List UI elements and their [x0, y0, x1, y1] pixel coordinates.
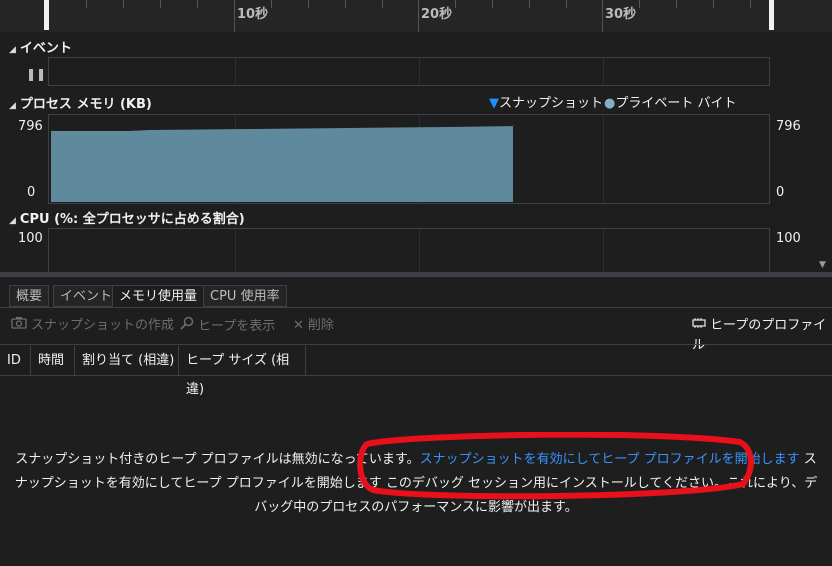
- search-icon: [180, 316, 194, 337]
- private-bytes-area: [51, 125, 514, 202]
- tick: [197, 0, 198, 8]
- grid-line: [603, 229, 604, 273]
- toolbar-divider: [0, 344, 832, 345]
- grid-line: [235, 58, 236, 85]
- scroll-down-icon[interactable]: ▼: [819, 260, 826, 270]
- tick: [750, 0, 751, 8]
- events-track[interactable]: [48, 57, 770, 86]
- range-start-handle[interactable]: [44, 0, 49, 30]
- cpu-y-max-left: 100: [18, 231, 43, 246]
- snapshot-triangle-icon: ▼: [489, 96, 499, 111]
- memory-y-max-right: 796: [776, 119, 801, 134]
- grid-line: [603, 58, 604, 85]
- collapse-triangle-icon[interactable]: ◢: [9, 216, 16, 226]
- tick: [676, 0, 677, 8]
- column-header-id[interactable]: ID: [0, 346, 31, 375]
- memory-y-max-left: 796: [18, 119, 43, 134]
- red-annotation-ellipse: [357, 432, 754, 500]
- tick: [308, 0, 309, 8]
- tab-cpu-usage[interactable]: CPU 使用率: [203, 285, 287, 307]
- delete-x-icon: ✕: [293, 318, 304, 333]
- memory-y-min-left: 0: [27, 185, 36, 200]
- vertical-scrollbar[interactable]: ▼: [816, 32, 832, 272]
- heap-profile-button[interactable]: ヒープのプロファイル: [692, 316, 832, 353]
- cpu-chart[interactable]: [48, 228, 770, 273]
- legend-private-bytes: ●プライベート バイト: [604, 92, 736, 111]
- tab-summary[interactable]: 概要: [9, 285, 50, 307]
- legend-snapshot-label: スナップショット: [499, 96, 604, 111]
- grid-line: [235, 229, 236, 273]
- tick: [86, 0, 87, 8]
- collapse-triangle-icon[interactable]: ◢: [9, 101, 16, 111]
- tick: [123, 0, 124, 8]
- memory-y-min-right: 0: [776, 185, 785, 200]
- tick-major: [234, 0, 235, 32]
- delete-button[interactable]: ✕ 削除: [293, 316, 334, 336]
- memory-chip-icon: [692, 316, 706, 336]
- tick: [713, 0, 714, 8]
- pause-icon[interactable]: ❚❚: [26, 67, 46, 81]
- column-header-time[interactable]: 時間: [31, 346, 75, 375]
- tick-major: [602, 0, 603, 32]
- tick-label-30: 30秒: [605, 7, 637, 22]
- column-header-heap-size[interactable]: ヒープ サイズ (相違): [179, 346, 306, 397]
- tick: [566, 0, 567, 8]
- memory-chart[interactable]: [48, 114, 770, 204]
- take-snapshot-label: スナップショットの作成: [31, 318, 175, 333]
- tick-label-20: 20秒: [421, 7, 453, 22]
- collapse-triangle-icon[interactable]: ◢: [9, 45, 16, 55]
- timeline-ruler[interactable]: 10秒 20秒 30秒: [0, 0, 832, 32]
- cpu-y-max-right: 100: [776, 231, 801, 246]
- view-heap-button[interactable]: ヒープを表示: [180, 316, 275, 336]
- camera-icon: [11, 316, 27, 336]
- tick: [455, 0, 456, 8]
- tick: [492, 0, 493, 8]
- tab-underline: [0, 307, 832, 308]
- memory-section-header[interactable]: ◢ プロセス メモリ (KB): [9, 93, 152, 112]
- events-section-header[interactable]: ◢ イベント: [9, 37, 72, 56]
- tick-major: [418, 0, 419, 32]
- events-title: イベント: [19, 41, 72, 56]
- take-snapshot-button[interactable]: スナップショットの作成: [11, 316, 174, 336]
- splitter[interactable]: [0, 272, 832, 277]
- memory-area-svg: [51, 125, 514, 202]
- memory-title: プロセス メモリ (KB): [19, 97, 152, 112]
- tab-memory-usage[interactable]: メモリ使用量: [112, 285, 205, 307]
- tick: [345, 0, 346, 8]
- cpu-section-header[interactable]: ◢ CPU (%: 全プロセッサに占める割合): [9, 208, 245, 227]
- cpu-title: CPU (%: 全プロセッサに占める割合): [19, 212, 245, 227]
- header-divider: [0, 375, 832, 376]
- tick: [382, 0, 383, 8]
- tab-events[interactable]: イベント: [53, 285, 120, 307]
- legend-private-label: プライベート バイト: [615, 96, 737, 111]
- column-header-allocations[interactable]: 割り当て (相違): [75, 346, 179, 375]
- range-end-handle[interactable]: [769, 0, 774, 30]
- delete-label: 削除: [307, 318, 334, 333]
- grid-line: [419, 58, 420, 85]
- tick: [271, 0, 272, 8]
- heap-profile-label: ヒープのプロファイル: [692, 318, 827, 353]
- tick: [160, 0, 161, 8]
- private-bytes-circle-icon: ●: [604, 96, 616, 111]
- tick: [639, 0, 640, 8]
- view-heap-label: ヒープを表示: [198, 319, 276, 334]
- legend-snapshot: ▼スナップショット: [489, 92, 603, 111]
- tick-label-10: 10秒: [237, 7, 269, 22]
- grid-line: [419, 229, 420, 273]
- tick: [529, 0, 530, 8]
